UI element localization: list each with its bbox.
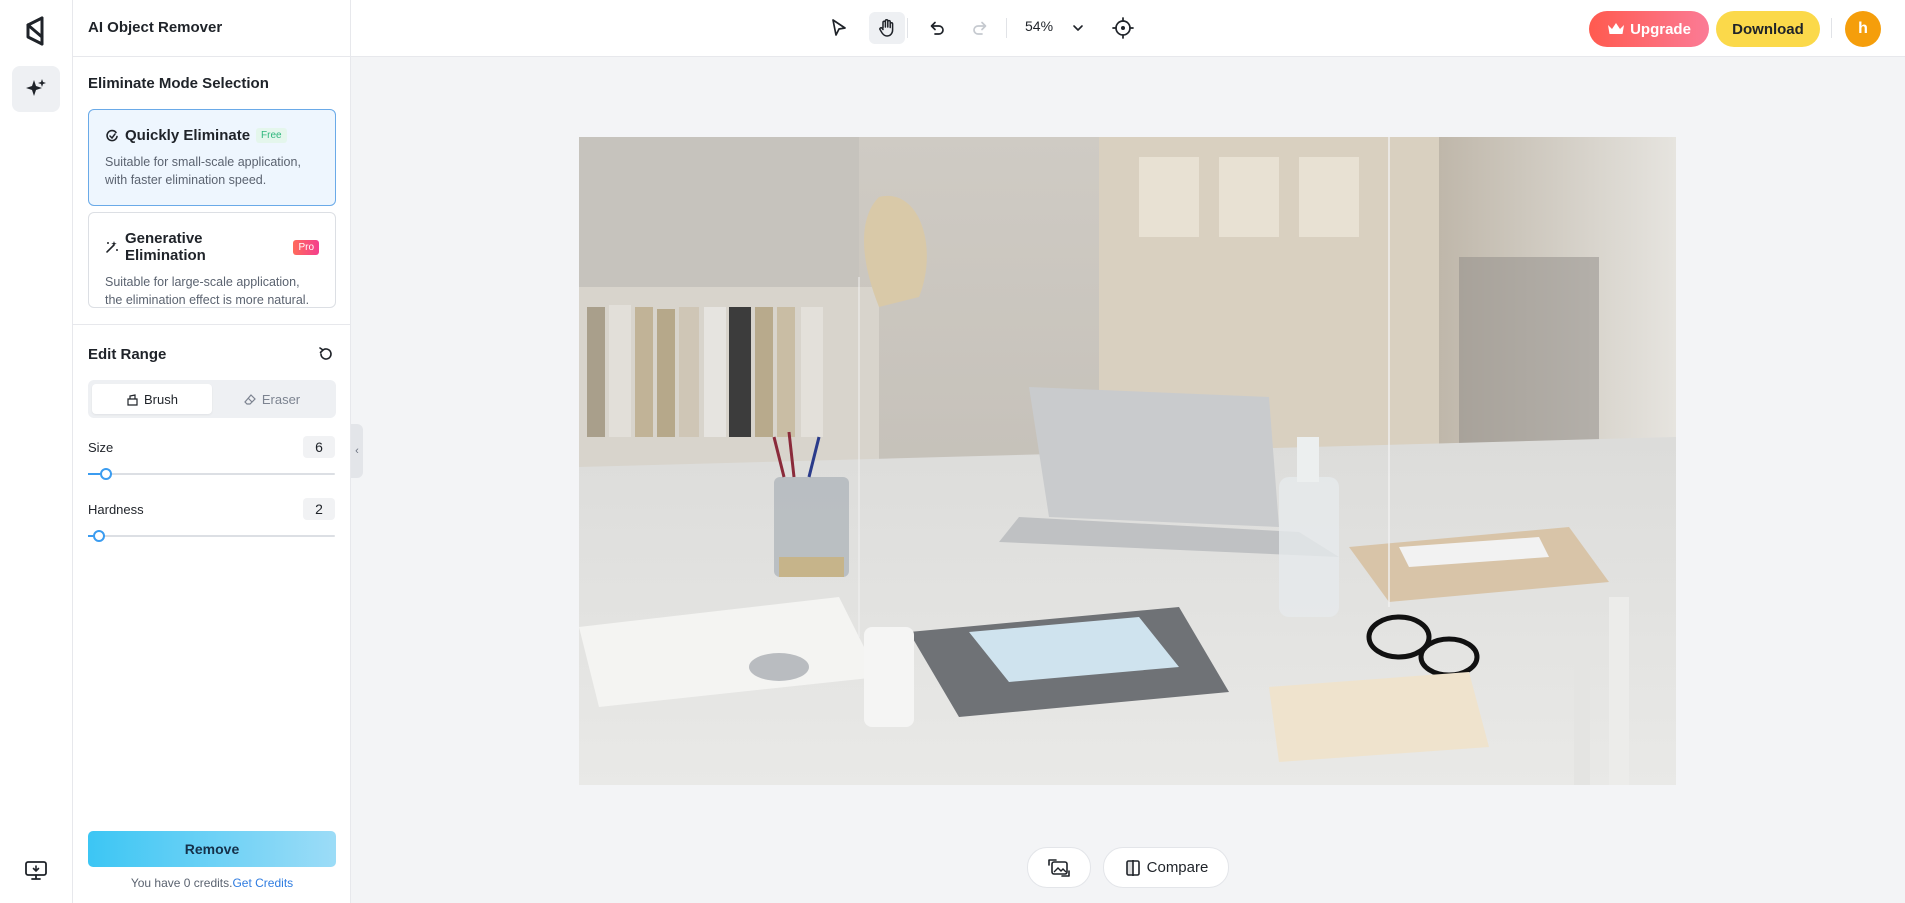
chevron-down-icon <box>1073 25 1083 31</box>
hardness-value[interactable]: 2 <box>303 498 335 520</box>
wand-icon <box>106 241 118 253</box>
size-label: Size <box>88 439 114 455</box>
chevron-left-icon: ‹ <box>355 445 359 457</box>
slider-track <box>88 535 335 537</box>
upgrade-label: Upgrade <box>1630 20 1691 38</box>
mode-section: Eliminate Mode Selection Quickly Elimina… <box>73 57 350 325</box>
toolbar-divider <box>1006 18 1007 38</box>
size-slider-head: Size 6 <box>88 436 335 458</box>
app-title: AI Object Remover <box>73 0 350 57</box>
swap-image-button[interactable] <box>1027 847 1091 888</box>
mode-description-line: Suitable for large-scale application, <box>105 275 300 289</box>
hardness-slider-head: Hardness 2 <box>88 498 335 520</box>
mode-title: Quickly Eliminate <box>125 127 251 144</box>
size-slider[interactable] <box>88 468 335 480</box>
toolbar-divider <box>1831 18 1832 38</box>
size-slider-row: Size 6 <box>88 436 335 480</box>
hardness-slider[interactable] <box>88 530 335 542</box>
credits-info: You have 0 credits.Get Credits <box>73 876 351 890</box>
fit-center-button[interactable] <box>1111 16 1135 40</box>
mode-description-line: Suitable for small-scale application, <box>105 155 301 169</box>
slider-fill <box>88 473 101 475</box>
hand-tool-button[interactable] <box>869 12 905 44</box>
mode-card-generative-elimination[interactable]: Generative Elimination Pro Suitable for … <box>88 212 336 308</box>
pro-badge: Pro <box>293 239 319 255</box>
brush-label: Brush <box>144 391 178 407</box>
compare-icon <box>1125 859 1140 876</box>
side-panel: AI Object Remover Eliminate Mode Selecti… <box>73 0 351 903</box>
slider-thumb[interactable] <box>92 530 105 542</box>
zoom-dropdown-button[interactable] <box>1066 16 1090 40</box>
mode-description-line: the elimination effect is more natural. <box>105 293 310 307</box>
target-center-icon <box>1112 17 1134 39</box>
magic-sparkle-icon <box>26 79 46 96</box>
brush-icon <box>127 393 138 406</box>
slider-thumb[interactable] <box>100 468 113 480</box>
office-desk-photo <box>579 137 1676 785</box>
upgrade-button[interactable]: Upgrade <box>1589 11 1709 47</box>
undo-button[interactable] <box>925 16 949 40</box>
mode-description: Suitable for small-scale application, wi… <box>105 153 319 189</box>
eraser-icon <box>244 393 256 405</box>
mode-title: Generative Elimination <box>124 230 206 264</box>
zoom-level[interactable]: 54% <box>1025 18 1053 34</box>
avatar[interactable]: h <box>1845 11 1881 47</box>
edit-range-header: Edit Range <box>88 345 335 363</box>
tool-toggle: Brush Eraser <box>88 380 336 418</box>
app-logo-icon[interactable] <box>20 14 50 48</box>
image-swap-icon <box>1048 858 1070 877</box>
select-pointer-icon <box>832 19 846 36</box>
mode-description-line: with faster elimination speed. <box>105 173 267 187</box>
reset-icon[interactable] <box>317 345 335 363</box>
collapse-panel-handle[interactable]: ‹ <box>351 424 363 478</box>
remove-button[interactable]: Remove <box>88 831 336 867</box>
brush-tab[interactable]: Brush <box>92 384 212 414</box>
eraser-label: Eraser <box>261 391 301 407</box>
hardness-slider-row: Hardness 2 <box>88 498 335 542</box>
redo-icon <box>973 21 987 35</box>
slider-track <box>88 473 335 475</box>
screen-icon[interactable] <box>24 858 48 882</box>
compare-label: Compare <box>1146 859 1209 876</box>
edit-range-section: Edit Range Brush Eraser Size 6 Hardness … <box>73 325 350 542</box>
eraser-quick-icon <box>106 129 118 141</box>
edit-range-title: Edit Range <box>88 345 167 363</box>
mode-title-row: Quickly Eliminate Free <box>105 127 319 144</box>
size-value[interactable]: 6 <box>303 436 335 458</box>
crown-icon <box>1608 23 1625 34</box>
toolbar-divider <box>907 18 908 38</box>
undo-icon <box>930 21 944 35</box>
left-rail <box>0 0 73 903</box>
select-tool-button[interactable] <box>827 16 851 40</box>
get-credits-link[interactable]: Get Credits <box>232 876 293 890</box>
redo-button[interactable] <box>968 16 992 40</box>
mode-title-row: Generative Elimination Pro <box>105 230 319 264</box>
top-toolbar: 54% Upgrade Download h <box>351 0 1905 57</box>
download-button[interactable]: Download <box>1716 11 1820 47</box>
free-badge: Free <box>256 128 287 143</box>
canvas-image[interactable] <box>579 137 1676 785</box>
compare-button[interactable]: Compare <box>1103 847 1229 888</box>
ai-remover-tool-button[interactable] <box>12 66 60 112</box>
eraser-tab[interactable]: Eraser <box>212 384 332 414</box>
mode-card-quickly-eliminate[interactable]: Quickly Eliminate Free Suitable for smal… <box>88 109 336 206</box>
mode-description: Suitable for large-scale application, th… <box>105 273 319 309</box>
mode-section-title: Eliminate Mode Selection <box>88 75 269 92</box>
credits-text: You have 0 credits. <box>130 876 233 890</box>
hand-pan-icon <box>879 19 894 37</box>
hardness-label: Hardness <box>88 501 144 517</box>
